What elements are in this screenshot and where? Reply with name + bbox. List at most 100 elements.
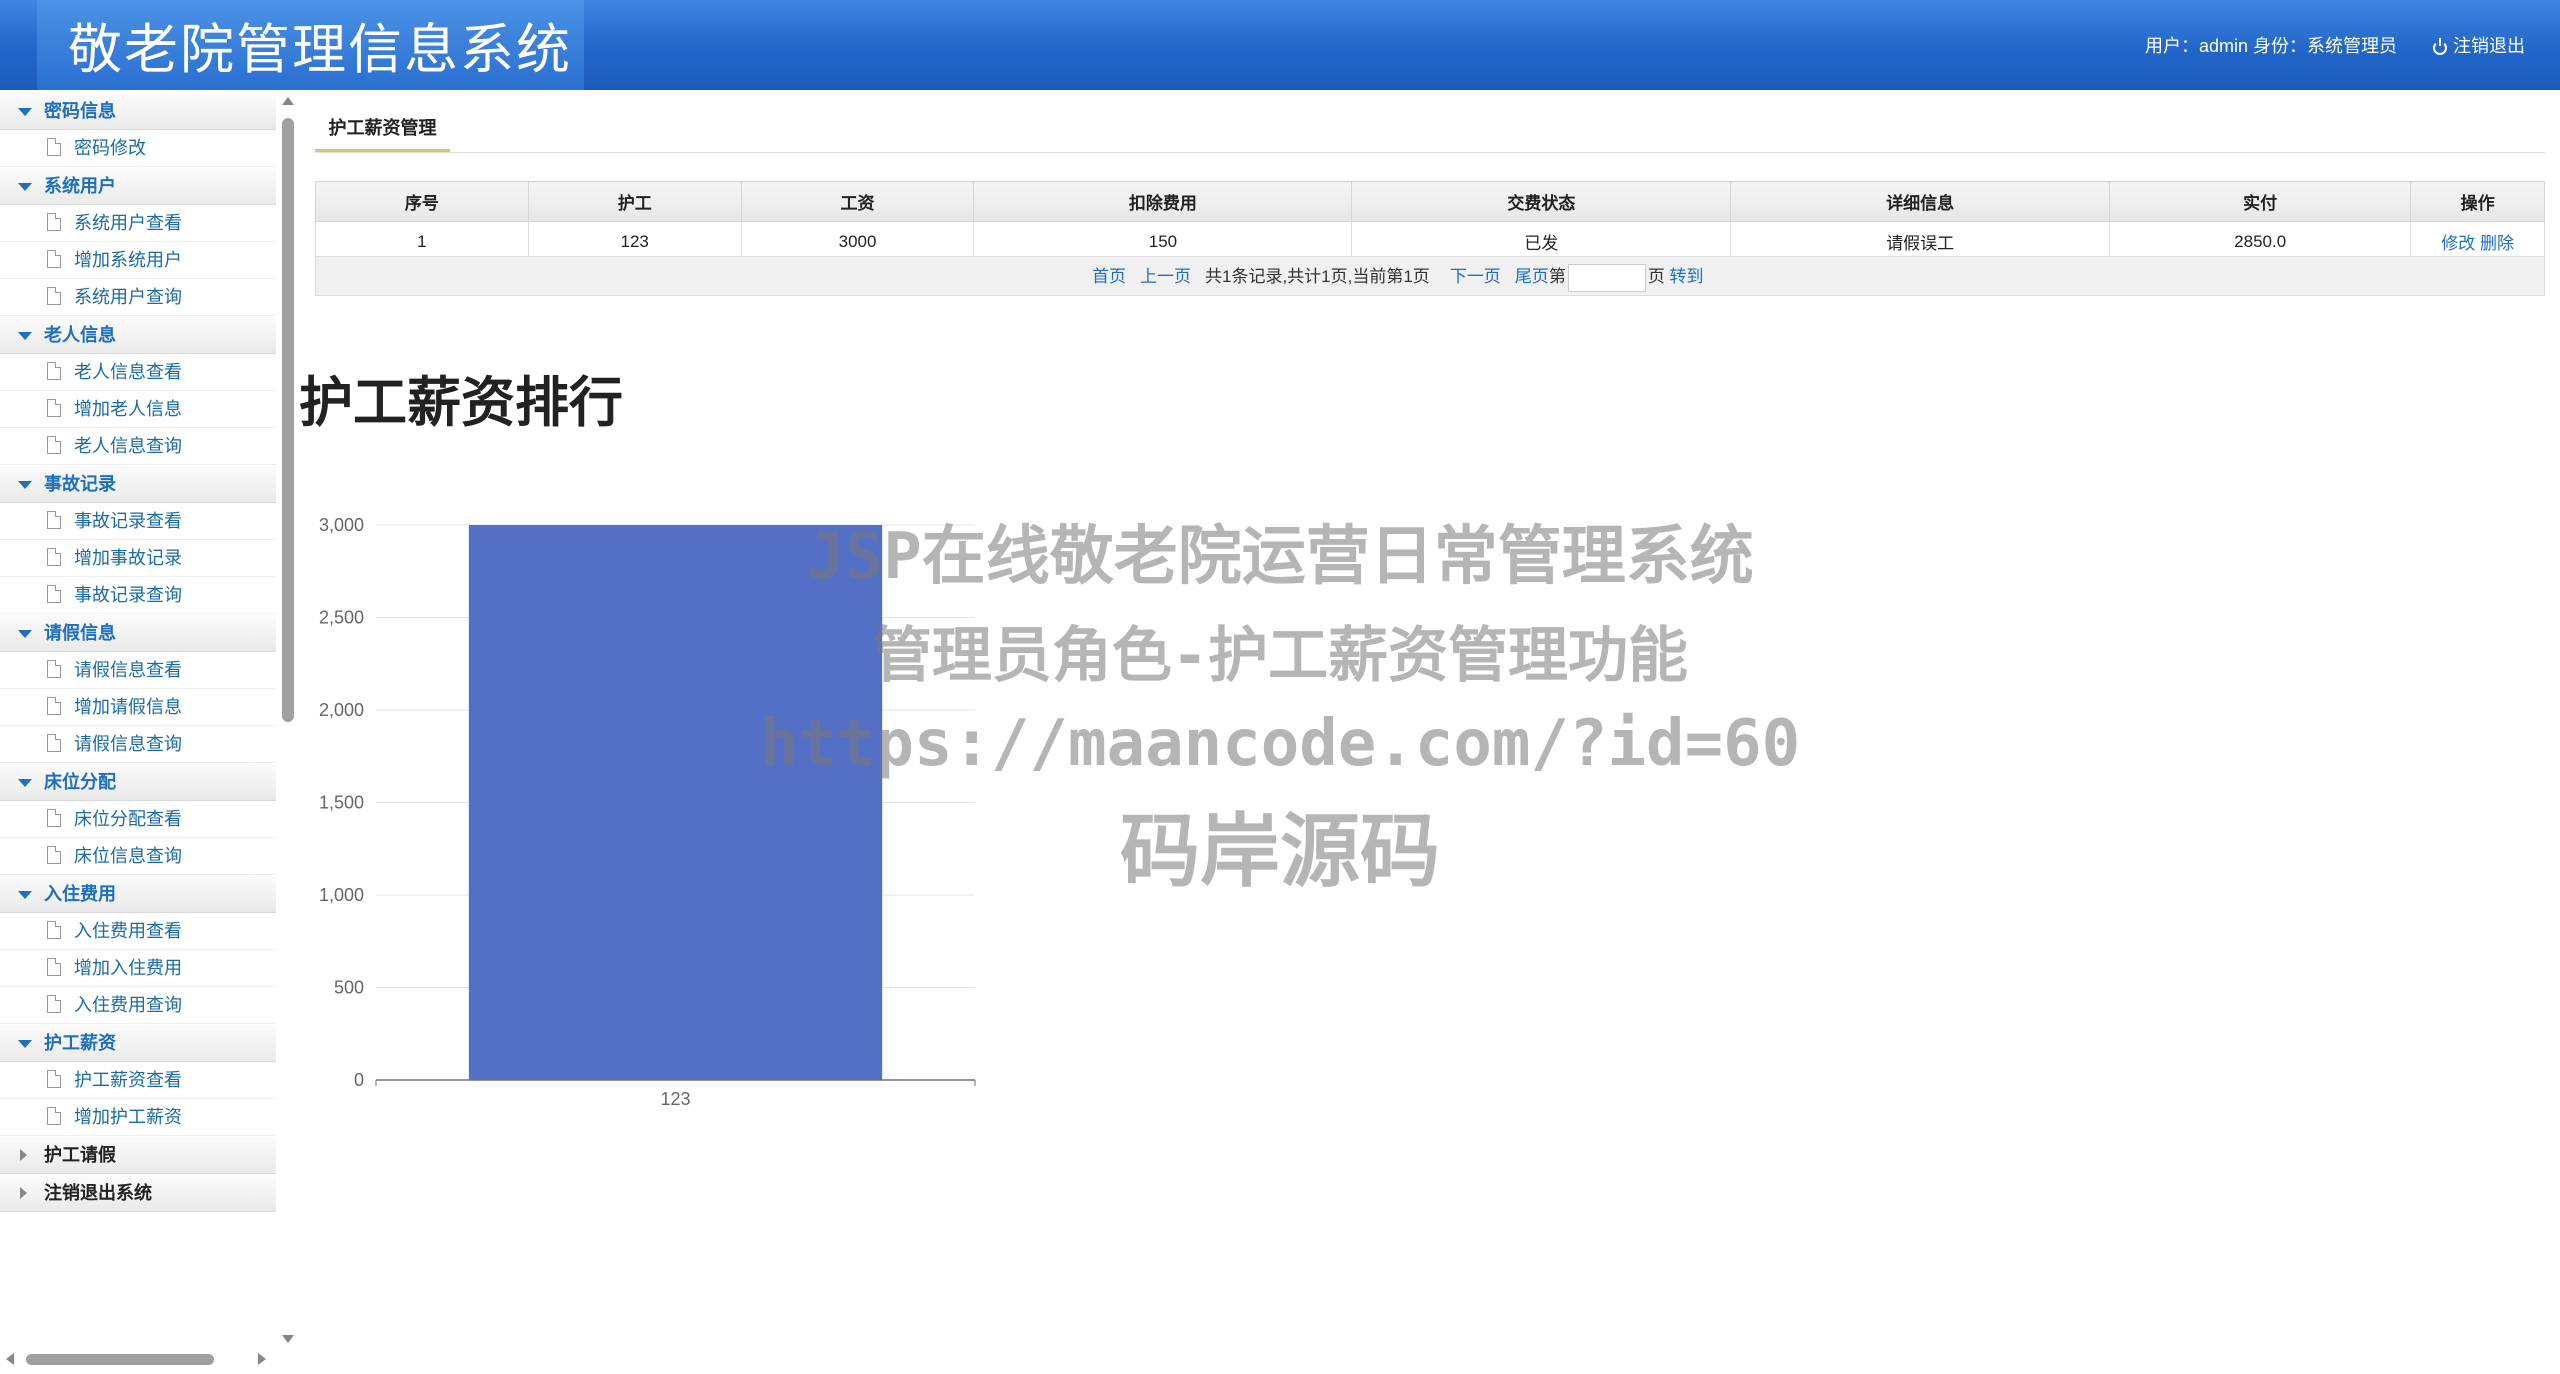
sidebar-item[interactable]: 护工薪资查看 — [0, 1062, 276, 1099]
scroll-left-arrow-icon[interactable] — [6, 1353, 14, 1365]
sidebar-item[interactable]: 增加护工薪资 — [0, 1099, 276, 1136]
col-header: 详细信息 — [1730, 181, 2111, 222]
caret-down-icon — [18, 1040, 32, 1048]
document-icon — [47, 697, 61, 715]
tab-worker-salary[interactable]: 护工薪资管理 — [315, 108, 450, 152]
sidebar-group-5[interactable]: 床位分配 — [0, 763, 276, 801]
sidebar-item-label: 老人信息查询 — [74, 436, 182, 456]
sidebar-horizontal-scrollbar[interactable] — [0, 1350, 276, 1368]
document-icon — [47, 660, 61, 678]
sidebar-item[interactable]: 增加请假信息 — [0, 689, 276, 726]
sidebar-item[interactable]: 系统用户查看 — [0, 205, 276, 242]
sidebar-item[interactable]: 事故记录查询 — [0, 577, 276, 614]
sidebar-item-label: 增加入住费用 — [74, 958, 182, 978]
sidebar-item[interactable]: 增加老人信息 — [0, 391, 276, 428]
scroll-thumb-horizontal[interactable] — [26, 1354, 214, 1365]
logout-button[interactable]: 注销退出 — [2433, 32, 2525, 58]
col-header: 序号 — [315, 181, 529, 222]
sidebar-item-label: 增加系统用户 — [74, 250, 182, 270]
col-header: 操作 — [2410, 181, 2545, 222]
document-icon — [47, 213, 61, 231]
sidebar-group-label: 护工请假 — [44, 1145, 116, 1165]
sidebar-group-label: 护工薪资 — [44, 1033, 116, 1053]
goto-prefix: 第 — [1548, 267, 1566, 286]
pagination: 首页 上一页 共1条记录,共计1页,当前第1页 下一页 尾页第 页 转到 — [315, 256, 2545, 296]
sidebar-item-label: 事故记录查询 — [74, 585, 182, 605]
sidebar-group-label: 床位分配 — [44, 772, 116, 792]
document-icon — [47, 809, 61, 827]
caret-down-icon — [18, 630, 32, 638]
next-page-link[interactable]: 下一页 — [1450, 267, 1501, 286]
col-header: 交费状态 — [1351, 181, 1732, 222]
sidebar-item[interactable]: 增加系统用户 — [0, 242, 276, 279]
ranking-title: 护工薪资排行 — [299, 371, 623, 434]
caret-down-icon — [18, 183, 32, 191]
caret-down-icon — [18, 779, 32, 787]
sidebar-item-label: 增加老人信息 — [74, 399, 182, 419]
pagination-controls: 首页 上一页 共1条记录,共计1页,当前第1页 下一页 尾页第 页 转到 — [1092, 257, 1718, 297]
scroll-thumb[interactable] — [282, 118, 294, 722]
delete-link[interactable]: 删除 — [2480, 234, 2514, 253]
document-icon — [47, 1107, 61, 1125]
sidebar-group-label: 密码信息 — [44, 101, 116, 121]
sidebar-item[interactable]: 请假信息查询 — [0, 726, 276, 763]
sidebar-group-0[interactable]: 密码信息 — [0, 92, 276, 130]
watermark-line-1: JSP在线敬老院运营日常管理系统 — [806, 520, 1754, 594]
sidebar-group-2[interactable]: 老人信息 — [0, 316, 276, 354]
salary-table: 序号 护工 工资 扣除费用 交费状态 详细信息 实付 操作 1 123 3000… — [315, 181, 2545, 262]
goto-page-link[interactable]: 转到 — [1670, 267, 1704, 286]
scroll-right-arrow-icon[interactable] — [258, 1353, 266, 1365]
sidebar-vertical-scrollbar[interactable] — [279, 92, 297, 1344]
sidebar-item-label: 请假信息查询 — [74, 734, 182, 754]
x-tick-label: 123 — [660, 1089, 690, 1109]
sidebar-group-7[interactable]: 护工薪资 — [0, 1024, 276, 1062]
document-icon — [47, 548, 61, 566]
caret-down-icon — [18, 481, 32, 489]
edit-link[interactable]: 修改 — [2441, 234, 2475, 253]
prev-page-link[interactable]: 上一页 — [1140, 267, 1191, 286]
sidebar-group-4[interactable]: 请假信息 — [0, 614, 276, 652]
sidebar-item[interactable]: 增加入住费用 — [0, 950, 276, 987]
first-page-link[interactable]: 首页 — [1092, 267, 1126, 286]
sidebar-item-label: 床位信息查询 — [74, 846, 182, 866]
sidebar-group-3[interactable]: 事故记录 — [0, 465, 276, 503]
goto-suffix: 页 — [1647, 267, 1665, 286]
sidebar-item[interactable]: 事故记录查看 — [0, 503, 276, 540]
sidebar-group-label: 注销退出系统 — [44, 1183, 152, 1203]
sidebar-group-6[interactable]: 入住费用 — [0, 875, 276, 913]
caret-down-icon — [18, 332, 32, 340]
document-icon — [47, 250, 61, 268]
sidebar-group-8[interactable]: 护工请假 — [0, 1136, 276, 1174]
sidebar-item-label: 床位分配查看 — [74, 809, 182, 829]
y-tick-label: 1,000 — [319, 885, 364, 905]
document-icon — [47, 399, 61, 417]
sidebar-item[interactable]: 入住费用查看 — [0, 913, 276, 950]
user-info: 用户：admin 身份：系统管理员 — [2145, 36, 2398, 56]
last-page-link[interactable]: 尾页 — [1515, 267, 1549, 286]
sidebar-item-label: 入住费用查询 — [74, 995, 182, 1015]
col-header: 实付 — [2109, 181, 2412, 222]
sidebar-group-label: 系统用户 — [44, 176, 116, 196]
sidebar-item[interactable]: 密码修改 — [0, 130, 276, 167]
sidebar-item[interactable]: 请假信息查看 — [0, 652, 276, 689]
y-tick-label: 1,500 — [319, 793, 364, 813]
sidebar-group-9[interactable]: 注销退出系统 — [0, 1174, 276, 1212]
sidebar-item[interactable]: 系统用户查询 — [0, 279, 276, 316]
caret-right-icon — [20, 1187, 27, 1199]
y-tick-label: 3,000 — [319, 515, 364, 535]
document-icon — [47, 585, 61, 603]
sidebar-item[interactable]: 床位分配查看 — [0, 801, 276, 838]
sidebar-group-label: 事故记录 — [44, 474, 116, 494]
sidebar-item[interactable]: 老人信息查看 — [0, 354, 276, 391]
sidebar-group-1[interactable]: 系统用户 — [0, 167, 276, 205]
sidebar-item[interactable]: 床位信息查询 — [0, 838, 276, 875]
sidebar-group-label: 请假信息 — [44, 623, 116, 643]
scroll-down-arrow-icon[interactable] — [282, 1335, 294, 1343]
sidebar-item[interactable]: 老人信息查询 — [0, 428, 276, 465]
sidebar-item[interactable]: 入住费用查询 — [0, 987, 276, 1024]
scroll-up-arrow-icon[interactable] — [282, 97, 294, 105]
watermark-line-2: 管理员角色-护工薪资管理功能 — [871, 621, 1689, 691]
page-number-input[interactable] — [1567, 263, 1646, 292]
sidebar-item[interactable]: 增加事故记录 — [0, 540, 276, 577]
top-header: 敬老院管理信息系统 用户：admin 身份：系统管理员 注销退出 — [0, 0, 2560, 90]
